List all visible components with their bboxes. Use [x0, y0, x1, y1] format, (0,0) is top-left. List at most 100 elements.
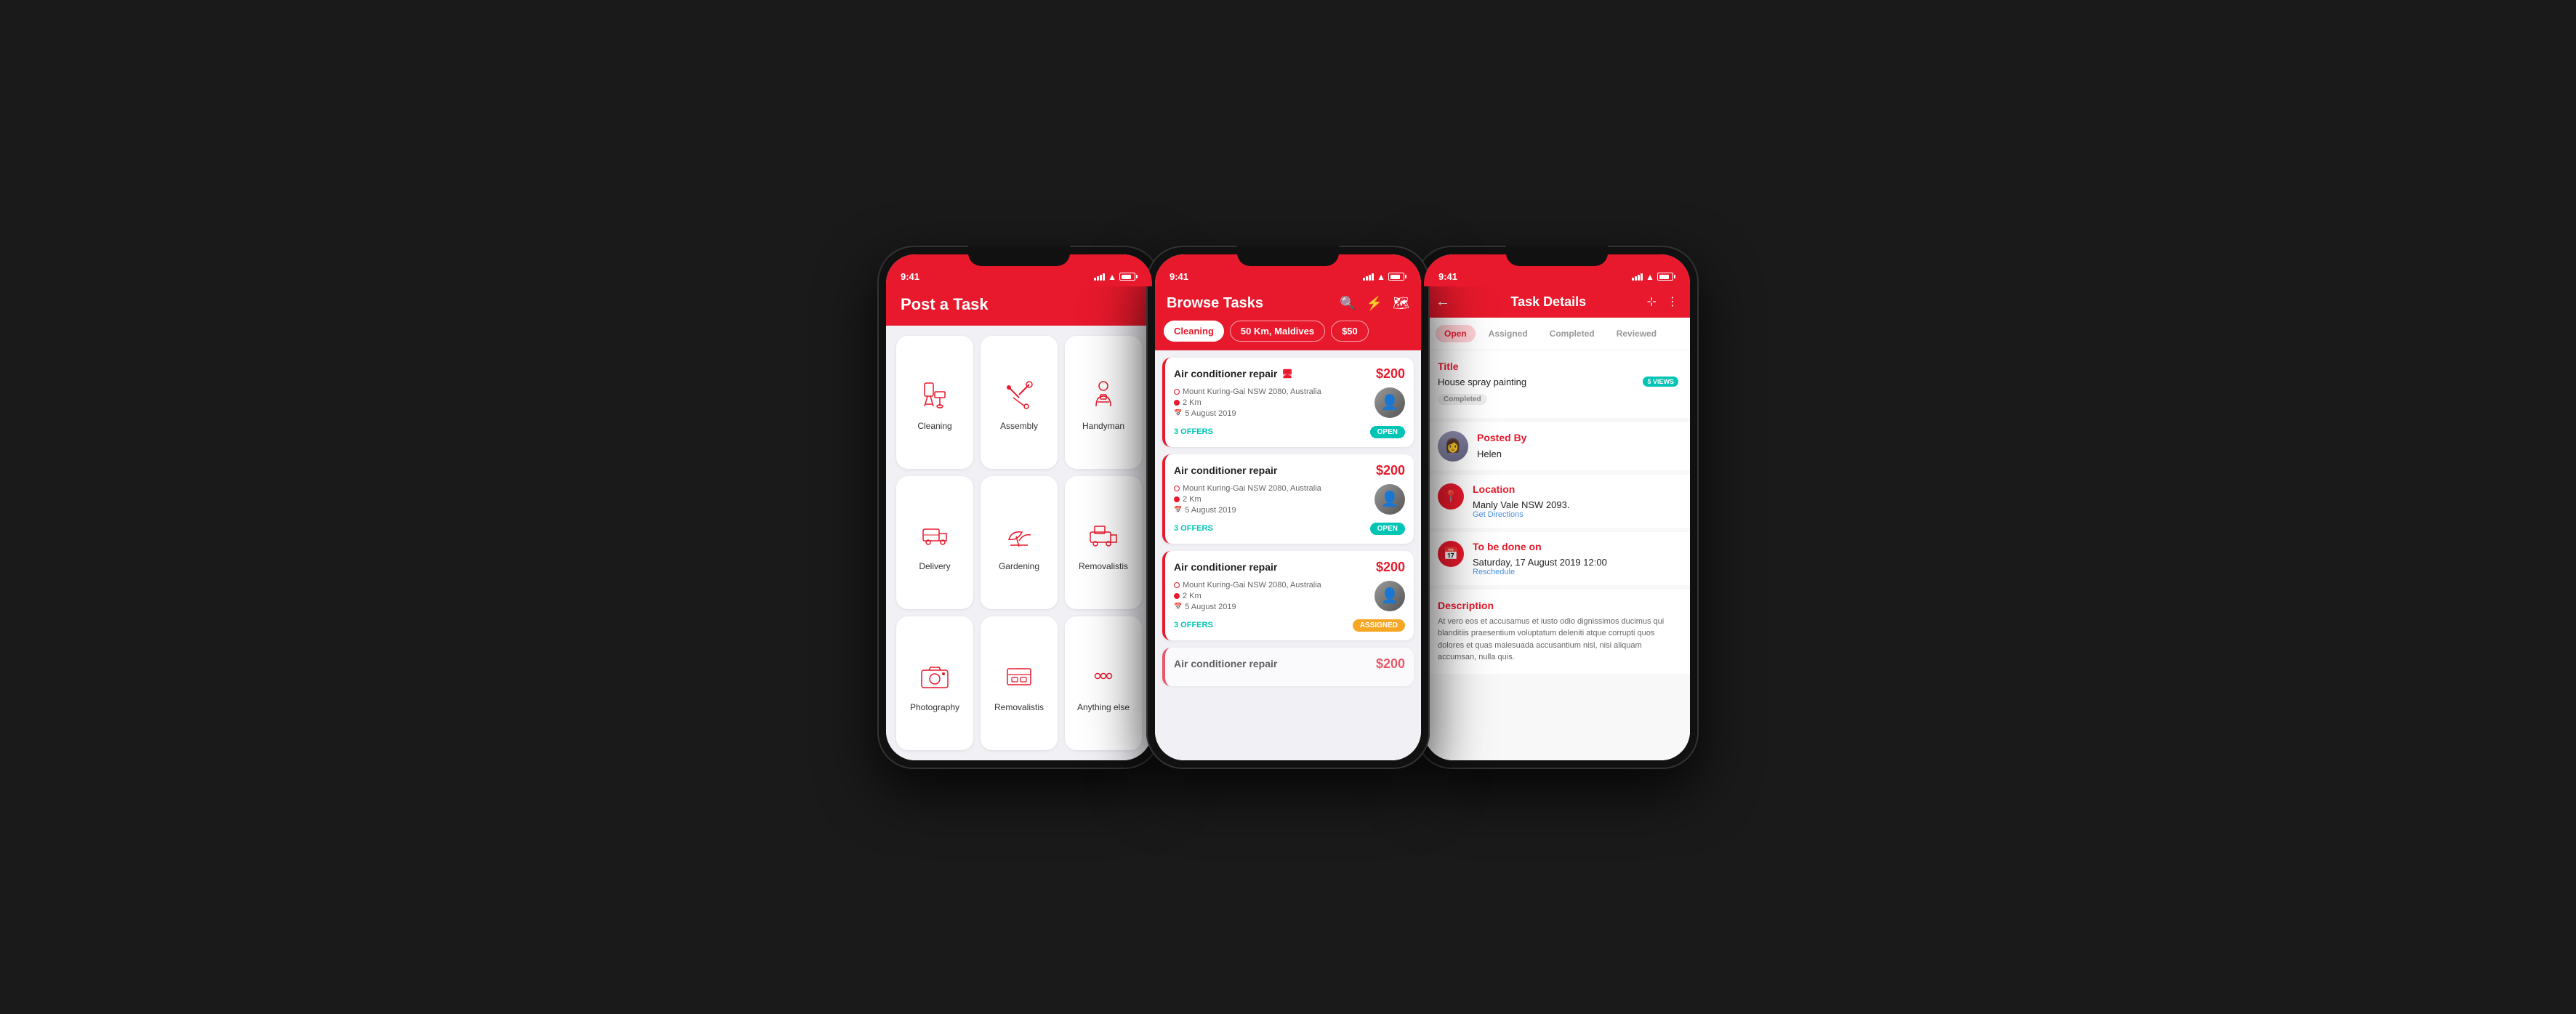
removalists2-icon: [1000, 657, 1038, 695]
task-item[interactable]: Air conditioner repair $200 Mount Kuring…: [1162, 454, 1414, 544]
task-status: ASSIGNED: [1353, 619, 1405, 632]
screen-1: 9:41 ▲ Post a Task: [886, 254, 1152, 760]
wifi-icon-3: ▲: [1646, 272, 1654, 282]
category-gardening[interactable]: Gardening: [981, 476, 1058, 609]
photography-label: Photography: [910, 702, 959, 712]
share-icon[interactable]: ⊹: [1647, 294, 1657, 309]
tab-open[interactable]: Open: [1436, 325, 1476, 342]
removalists-label: Removalistis: [1079, 561, 1128, 571]
status-time-2: 9:41: [1170, 271, 1188, 282]
back-icon[interactable]: ←: [1436, 294, 1450, 310]
tabs-row: Open Assigned Completed Reviewed: [1424, 318, 1690, 350]
category-handyman[interactable]: Handyman: [1065, 336, 1142, 469]
cleaning-icon: [916, 376, 954, 414]
posted-by-label: Posted By: [1477, 432, 1526, 443]
status-time-3: 9:41: [1438, 271, 1457, 282]
calendar-icon: 📅: [1174, 409, 1182, 417]
todo-content: To be done on Saturday, 17 August 2019 1…: [1473, 541, 1678, 576]
status-time-1: 9:41: [901, 271, 919, 282]
reschedule-link[interactable]: Reschedule: [1473, 568, 1678, 576]
task-location: Mount Kuring-Gai NSW 2080, Australia: [1183, 387, 1321, 396]
completed-badge: Completed: [1438, 394, 1487, 405]
monitor-icon: 🖥: [1281, 369, 1292, 379]
posted-by-name: Helen: [1477, 448, 1502, 459]
tab-reviewed[interactable]: Reviewed: [1608, 325, 1665, 342]
handyman-icon: [1084, 376, 1122, 414]
title-label: Title: [1438, 361, 1678, 372]
status-icons-1: ▲: [1094, 272, 1138, 282]
task-status: OPEN: [1370, 523, 1405, 535]
task-list: Air conditioner repair 🖥 $200 Mount Kuri…: [1155, 350, 1421, 760]
search-icon[interactable]: 🔍: [1340, 296, 1356, 311]
posted-by-content: Posted By Helen: [1477, 432, 1526, 461]
filter-cleaning[interactable]: Cleaning: [1164, 321, 1224, 342]
tab-assigned[interactable]: Assigned: [1480, 325, 1537, 342]
cleaning-label: Cleaning: [917, 421, 951, 431]
todo-value: Saturday, 17 August 2019 12:00: [1473, 557, 1678, 568]
category-cleaning[interactable]: Cleaning: [896, 336, 973, 469]
post-task-header: Post a Task: [886, 286, 1152, 326]
filter-price[interactable]: $50: [1331, 321, 1369, 342]
task-distance: 2 Km: [1183, 398, 1202, 407]
handyman-label: Handyman: [1082, 421, 1124, 431]
notch-2: [1237, 246, 1339, 266]
anything-icon: [1084, 657, 1122, 695]
filter-distance[interactable]: 50 Km, Maldives: [1230, 321, 1325, 342]
task-title: Air conditioner repair 🖥: [1174, 368, 1293, 379]
category-assembly[interactable]: Assembly: [981, 336, 1058, 469]
location-label: Location: [1473, 483, 1678, 495]
delivery-icon: [916, 516, 954, 554]
location-dot: [1174, 389, 1180, 395]
delivery-label: Delivery: [919, 561, 950, 571]
notch-1: [968, 246, 1070, 266]
calendar-icon: 📅: [1174, 603, 1182, 611]
anything-label: Anything else: [1077, 702, 1130, 712]
task-offers: 3 OFFERS: [1174, 524, 1213, 533]
browse-header-icons: 🔍 ⚡ 🗺: [1340, 296, 1409, 311]
notch-3: [1506, 246, 1608, 266]
description-text: At vero eos et accusamus et iusto odio d…: [1438, 616, 1678, 664]
category-delivery[interactable]: Delivery: [896, 476, 973, 609]
task-distance: 2 Km: [1183, 592, 1202, 600]
phones-container: 9:41 ▲ Post a Task: [885, 246, 1691, 769]
filter-icon[interactable]: ⚡: [1367, 296, 1382, 311]
category-photography[interactable]: Photography: [896, 616, 973, 749]
task-title: Air conditioner repair: [1174, 464, 1277, 476]
todo-label: To be done on: [1473, 541, 1678, 552]
user-avatar: 👩: [1438, 431, 1468, 462]
task-date: 5 August 2019: [1185, 603, 1236, 611]
location-dot: [1174, 582, 1180, 588]
get-directions-link[interactable]: Get Directions: [1473, 510, 1678, 519]
task-location: Mount Kuring-Gai NSW 2080, Australia: [1183, 581, 1321, 590]
task-title: Air conditioner repair: [1174, 561, 1277, 573]
task-item[interactable]: Air conditioner repair $200: [1162, 648, 1414, 686]
task-item[interactable]: Air conditioner repair 🖥 $200 Mount Kuri…: [1162, 358, 1414, 447]
location-dot: [1174, 486, 1180, 491]
location-value: Manly Vale NSW 2093.: [1473, 499, 1678, 510]
tab-completed[interactable]: Completed: [1541, 325, 1603, 342]
location-section: 📍 Location Manly Vale NSW 2093. Get Dire…: [1424, 475, 1690, 528]
task-avatar: 👤: [1374, 387, 1405, 418]
detail-header-icons: ⊹ ⋮: [1647, 294, 1678, 309]
battery-2: [1388, 273, 1406, 281]
details-content: Title House spray painting 5 VIEWS Compl…: [1424, 350, 1690, 760]
location-content: Location Manly Vale NSW 2093. Get Direct…: [1473, 483, 1678, 519]
task-item[interactable]: Air conditioner repair $200 Mount Kuring…: [1162, 551, 1414, 640]
category-removalists[interactable]: Removalistis: [1065, 476, 1142, 609]
calendar-icon: 📅: [1174, 506, 1182, 514]
assembly-label: Assembly: [1000, 421, 1038, 431]
task-price: $200: [1376, 656, 1405, 672]
signal-bars-2: [1363, 273, 1374, 281]
map-icon[interactable]: 🗺: [1393, 296, 1409, 311]
battery-3: [1657, 273, 1675, 281]
task-title-value: House spray painting: [1438, 377, 1526, 387]
post-task-title: Post a Task: [901, 295, 989, 313]
more-icon[interactable]: ⋮: [1667, 294, 1678, 309]
removalists2-label: Removalistis: [994, 702, 1044, 712]
category-removalists-2[interactable]: Removalistis: [981, 616, 1058, 749]
task-price: $200: [1376, 366, 1405, 382]
task-details-header: ← Task Details ⊹ ⋮: [1424, 286, 1690, 318]
task-offers: 3 OFFERS: [1174, 621, 1213, 629]
category-anything[interactable]: Anything else: [1065, 616, 1142, 749]
todo-section: 📅 To be done on Saturday, 17 August 2019…: [1424, 532, 1690, 585]
